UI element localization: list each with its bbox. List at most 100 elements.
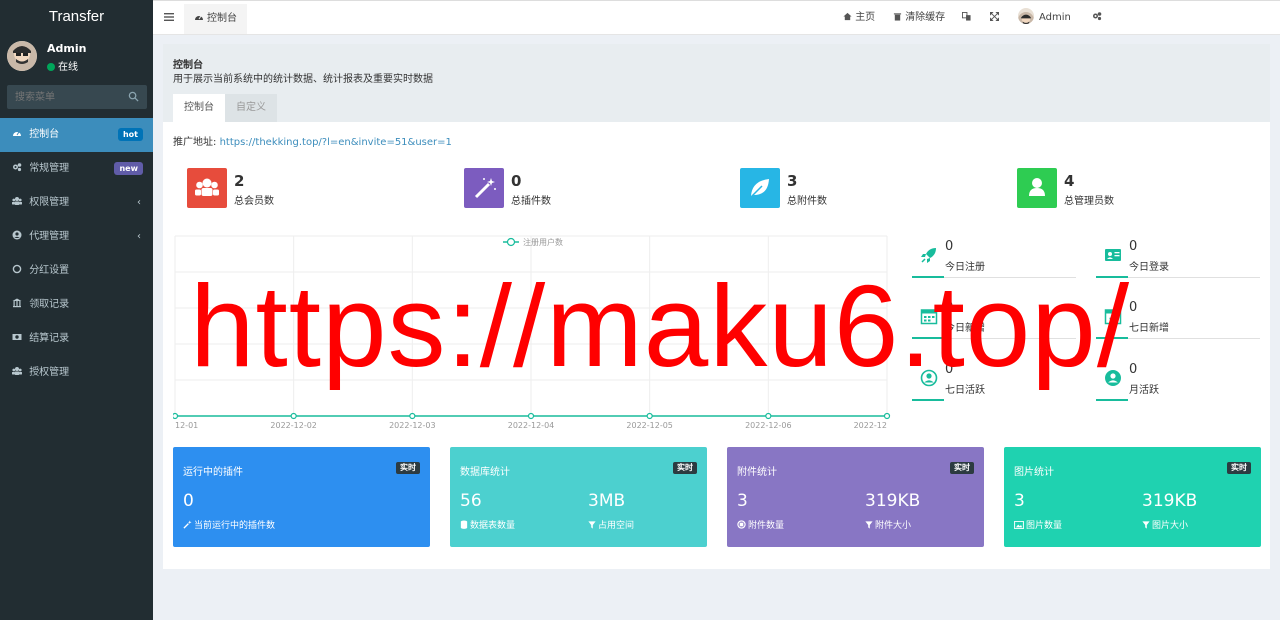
card-label: 数据表数量: [460, 518, 515, 531]
filter-icon: [588, 521, 596, 529]
home-label: 主页: [855, 12, 876, 23]
card-value: 0: [183, 491, 194, 511]
dashboard-icon: [195, 15, 203, 20]
mini-label: 今日登录: [1129, 262, 1169, 273]
user-menu[interactable]: Admin: [1018, 1, 1071, 35]
search-input[interactable]: [7, 85, 117, 109]
menu-toggle-icon[interactable]: [164, 12, 174, 22]
card-label-text: 图片数量: [1026, 521, 1063, 531]
x-tick-label: 2022-12-05: [626, 421, 673, 430]
card-label-2: 图片大小: [1142, 518, 1188, 531]
mini-value: 0: [1129, 239, 1138, 254]
avatar[interactable]: [7, 41, 37, 71]
promo-label: 推广地址:: [173, 137, 217, 148]
card-value: 3: [1014, 491, 1025, 511]
admin-label: Admin: [1039, 12, 1071, 23]
home-link[interactable]: 主页: [843, 1, 875, 35]
x-tick-label: 2022-12-04: [508, 421, 555, 430]
accent-line: [912, 337, 944, 339]
settings-button[interactable]: [1092, 1, 1102, 35]
realtime-tag: 实时: [396, 462, 420, 474]
calendar-icon: [920, 309, 938, 325]
clear-cache-button[interactable]: 清除缓存: [893, 1, 945, 35]
calendar-plus-icon: [1104, 309, 1122, 325]
fullscreen-icon: [990, 12, 999, 21]
magic-icon: [464, 168, 504, 208]
database-icon: [460, 520, 468, 529]
stat-label: 总插件数: [511, 196, 551, 207]
card-label-text: 当前运行中的插件数: [194, 521, 276, 531]
data-point: [409, 412, 416, 420]
money-icon: [12, 334, 22, 340]
sidebar-item-authorization[interactable]: 授权管理: [0, 356, 153, 390]
fullscreen-button[interactable]: [990, 1, 999, 35]
sidebar-item-dividend[interactable]: 分红设置: [0, 254, 153, 288]
card-value-2: 3MB: [588, 491, 626, 511]
sidebar-item-permissions[interactable]: 权限管理 ‹: [0, 186, 153, 220]
promo-link[interactable]: https://thekking.top/?l=en&invite=51&use…: [220, 137, 452, 148]
stat-label: 总附件数: [787, 196, 827, 207]
accent-line: [912, 276, 944, 278]
page-title: 控制台: [173, 60, 203, 71]
sidebar-item-settlements[interactable]: 结算记录: [0, 322, 153, 356]
user-panel: Admin 在线: [0, 34, 153, 78]
home-icon: [843, 12, 852, 21]
dashboard-icon: [13, 131, 21, 136]
mini-month-active: 0 月活跃: [1096, 357, 1260, 412]
sidebar-item-claims[interactable]: 领取记录: [0, 288, 153, 322]
users-icon: [12, 367, 22, 375]
sidebar-item-agents[interactable]: 代理管理 ‹: [0, 220, 153, 254]
trash-icon: [893, 13, 902, 21]
sidebar-menu: 控制台 hot 常规管理 new 权限管理 ‹ 代理管理 ‹ 分红设置 领取记录: [0, 118, 153, 390]
data-point: [646, 412, 653, 420]
tab-label: 控制台: [207, 13, 237, 24]
promo-address: 推广地址: https://thekking.top/?l=en&invite=…: [173, 133, 452, 148]
sidebar-item-dashboard[interactable]: 控制台 hot: [0, 118, 153, 152]
card-label-text: 数据表数量: [470, 521, 516, 531]
online-dot: [47, 63, 55, 71]
sidebar-item-label: 常规管理: [29, 163, 70, 174]
user-status-text: 在线: [58, 62, 78, 73]
card-label-text: 附件数量: [748, 521, 785, 531]
user-status: 在线: [47, 58, 78, 73]
cogs-icon: [1093, 12, 1102, 21]
data-point: [883, 412, 891, 420]
id-card-icon: [1105, 249, 1121, 261]
mini-value: 0: [1129, 300, 1138, 315]
tab-dashboard[interactable]: 控制台: [184, 4, 247, 34]
user-name: Admin: [47, 42, 87, 55]
brand-logo[interactable]: Transfer: [0, 0, 153, 34]
top-navbar: 控制台 主页 清除缓存 Admin: [153, 0, 1280, 35]
sidebar-item-general[interactable]: 常规管理 new: [0, 152, 153, 186]
leaf-icon: [740, 168, 780, 208]
mini-value: 0: [945, 300, 954, 315]
search-icon[interactable]: [128, 91, 139, 102]
new-badge: new: [114, 162, 143, 175]
mini-value: 0: [945, 239, 954, 254]
card-label-2: 占用空间: [588, 518, 634, 531]
card-label: 当前运行中的插件数: [183, 518, 275, 531]
card-title: 数据库统计: [460, 467, 510, 478]
sidebar-item-label: 授权管理: [29, 367, 70, 378]
user-circle-icon: [920, 369, 938, 387]
circle-icon: [12, 264, 22, 274]
language-button[interactable]: [962, 1, 971, 35]
mini-week-active: 0 七日活跃: [912, 357, 1076, 412]
hot-badge: hot: [117, 128, 143, 141]
x-tick-label: 2022-12-02: [270, 421, 317, 430]
mini-today-new: 0 今日新增: [912, 295, 1076, 350]
tab-custom[interactable]: 自定义: [225, 94, 277, 122]
x-tick-label: 12-01: [175, 421, 198, 430]
mini-today-login: 0 今日登录: [1096, 234, 1260, 289]
sidebar-item-label: 代理管理: [29, 231, 70, 242]
card-title: 图片统计: [1014, 467, 1054, 478]
mini-label: 今日注册: [945, 262, 985, 273]
clear-cache-label: 清除缓存: [905, 12, 946, 23]
user-circle-icon: [12, 230, 22, 240]
tab-dashboard[interactable]: 控制台: [173, 94, 225, 122]
accent-line: [1096, 337, 1128, 339]
mini-today-register: 0 今日注册: [912, 234, 1076, 289]
card-label-text: 图片大小: [1152, 521, 1189, 531]
x-tick-label: 2022-12-06: [745, 421, 792, 430]
chevron-left-icon: ‹: [137, 197, 141, 208]
